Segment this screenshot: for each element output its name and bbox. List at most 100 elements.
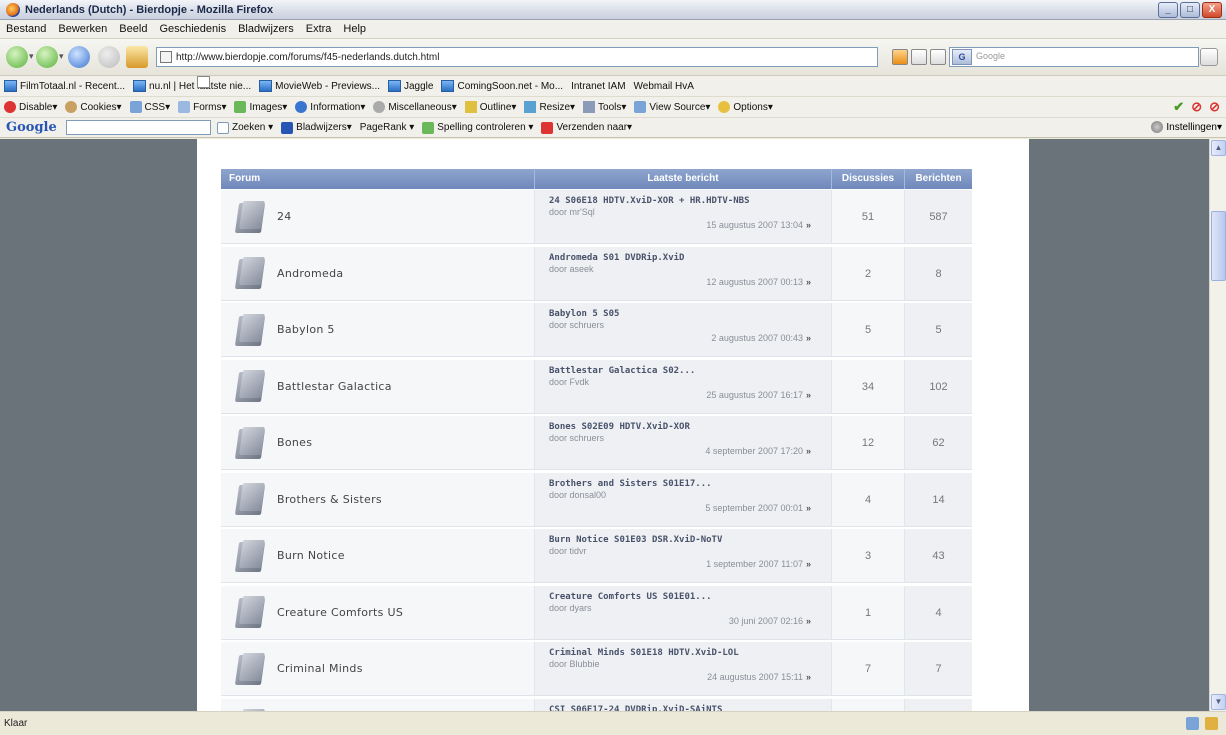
dev-cookies[interactable]: Cookies▾ <box>65 101 122 113</box>
last-post-author[interactable]: door Fvdk <box>549 377 589 387</box>
dev-forms[interactable]: Forms▾ <box>178 101 226 113</box>
google-spellcheck[interactable]: Spelling controleren ▾ <box>422 121 533 134</box>
go-to-post-icon[interactable]: » <box>806 220 811 230</box>
google-search-button[interactable]: Zoeken ▾ <box>217 121 273 134</box>
last-post-title[interactable]: Babylon 5 S05 <box>549 309 619 319</box>
search-magnifier-icon[interactable] <box>1200 48 1218 66</box>
header-last-post[interactable]: Laatste bericht <box>535 169 832 189</box>
scroll-down-icon[interactable]: ▼ <box>1211 694 1226 710</box>
forum-link[interactable]: Criminal Minds <box>277 662 363 675</box>
stop-button[interactable] <box>98 46 120 68</box>
bookmark-movieweb[interactable]: MovieWeb - Previews... <box>259 80 380 92</box>
last-post-title[interactable]: Burn Notice S01E03 DSR.XviD-NoTV <box>549 535 722 545</box>
dev-information[interactable]: Information▾ <box>295 101 365 113</box>
scroll-up-icon[interactable]: ▲ <box>1211 140 1226 156</box>
forum-link[interactable]: Burn Notice <box>277 549 345 562</box>
last-post-title[interactable]: Battlestar Galactica S02... <box>549 366 695 376</box>
menu-beeld[interactable]: Beeld <box>119 23 147 35</box>
last-post-author[interactable]: door dyars <box>549 603 592 613</box>
rss-icon[interactable] <box>892 49 908 65</box>
dev-css[interactable]: CSS▾ <box>129 101 170 113</box>
last-post-title[interactable]: Creature Comforts US S01E01... <box>549 592 712 602</box>
google-search-input[interactable] <box>66 120 211 135</box>
search-engine-icon[interactable]: G <box>952 49 972 65</box>
google-settings[interactable]: Instellingen▾ <box>1151 121 1222 133</box>
menu-extra[interactable]: Extra <box>306 23 332 35</box>
dev-resize[interactable]: Resize▾ <box>524 101 575 113</box>
forum-link[interactable]: 24 <box>277 210 292 223</box>
vertical-scrollbar[interactable]: ▲ ▼ <box>1209 139 1226 711</box>
address-bar[interactable]: http://www.bierdopje.com/forums/f45-nede… <box>156 47 878 67</box>
go-to-post-icon[interactable]: » <box>806 277 811 287</box>
last-post-author[interactable]: door donsal00 <box>549 490 606 500</box>
css-error-icon[interactable]: ⊘ <box>1191 99 1202 115</box>
menu-geschiedenis[interactable]: Geschiedenis <box>159 23 226 35</box>
back-dropdown-icon[interactable]: ▾ <box>29 51 34 62</box>
go-to-post-icon[interactable]: » <box>806 503 811 513</box>
bookmark-comingsoon[interactable]: ComingSoon.net - Mo... <box>441 80 563 92</box>
forum-link[interactable]: Creature Comforts US <box>277 606 403 619</box>
google-bookmarks-button[interactable]: Bladwijzers▾ <box>281 121 352 134</box>
forum-link[interactable]: Battlestar Galactica <box>277 380 392 393</box>
home-button[interactable] <box>126 46 148 68</box>
forward-dropdown-icon[interactable]: ▾ <box>59 51 64 62</box>
header-posts[interactable]: Berichten <box>905 169 972 189</box>
forward-button[interactable] <box>36 46 58 68</box>
validation-ok-icon[interactable]: ✔ <box>1173 99 1184 115</box>
forum-link[interactable]: Babylon 5 <box>277 323 335 336</box>
last-post-title[interactable]: Bones S02E09 HDTV.XviD-XOR <box>549 422 690 432</box>
dev-tools[interactable]: Tools▾ <box>583 101 626 113</box>
google-pagerank[interactable]: PageRank ▾ <box>360 122 415 133</box>
menu-bladwijzers[interactable]: Bladwijzers <box>238 23 294 35</box>
header-discussions[interactable]: Discussies <box>832 169 905 189</box>
last-post-title[interactable]: Andromeda S01 DVDRip.XviD <box>549 253 684 263</box>
dev-miscellaneous[interactable]: Miscellaneous▾ <box>373 101 457 113</box>
dev-options[interactable]: Options▾ <box>718 101 773 113</box>
last-post-author[interactable]: door aseek <box>549 264 594 274</box>
close-button[interactable]: X <box>1202 2 1222 18</box>
dev-view-source[interactable]: View Source▾ <box>634 101 710 113</box>
menu-bestand[interactable]: Bestand <box>6 23 46 35</box>
go-to-post-icon[interactable]: » <box>806 616 811 626</box>
last-post-author[interactable]: door Blubbie <box>549 659 600 669</box>
google-send-to[interactable]: Verzenden naar▾ <box>541 121 632 134</box>
forum-link[interactable]: Brothers & Sisters <box>277 493 382 506</box>
go-to-post-icon[interactable]: » <box>806 390 811 400</box>
last-post-title[interactable]: Brothers and Sisters S01E17... <box>549 479 712 489</box>
dev-outline[interactable]: Outline▾ <box>464 101 516 113</box>
forum-link[interactable]: Bones <box>277 436 312 449</box>
scroll-thumb[interactable] <box>1211 211 1226 281</box>
bookmark-nunl[interactable]: nu.nl | Het laatste nie... <box>133 80 251 92</box>
url-dropdown-icon[interactable] <box>911 49 927 65</box>
menu-help[interactable]: Help <box>343 23 366 35</box>
last-post-author[interactable]: door tidvr <box>549 546 587 556</box>
header-forum[interactable]: Forum <box>221 169 535 189</box>
js-error-icon[interactable]: ⊘ <box>1209 99 1220 115</box>
bookmark-filmtotaal[interactable]: FilmTotaal.nl - Recent... <box>4 80 125 92</box>
last-post-author[interactable]: door schruers <box>549 433 604 443</box>
bookmark-intranet[interactable]: Intranet IAM <box>197 76 626 92</box>
search-input[interactable]: G Google <box>949 47 1199 67</box>
last-post-title[interactable]: Criminal Minds S01E18 HDTV.XviD-LOL <box>549 648 739 658</box>
url-text[interactable]: http://www.bierdopje.com/forums/f45-nede… <box>176 52 439 63</box>
go-to-post-icon[interactable]: » <box>806 446 811 456</box>
go-button[interactable] <box>930 49 946 65</box>
go-to-post-icon[interactable]: » <box>806 672 811 682</box>
go-to-post-icon[interactable]: » <box>806 559 811 569</box>
dev-disable[interactable]: Disable▾ <box>4 101 57 113</box>
pencil-icon[interactable] <box>1205 717 1218 730</box>
bookmark-webmail[interactable]: Webmail HvA <box>197 76 694 92</box>
back-button[interactable] <box>6 46 28 68</box>
forum-link[interactable]: Andromeda <box>277 267 343 280</box>
last-post-author[interactable]: door mr'Sql <box>549 207 595 217</box>
addon-icon[interactable] <box>1186 717 1199 730</box>
dev-images[interactable]: Images▾ <box>234 101 287 113</box>
last-post-author[interactable]: door schruers <box>549 320 604 330</box>
minimize-button[interactable]: _ <box>1158 2 1178 18</box>
go-to-post-icon[interactable]: » <box>806 333 811 343</box>
menu-bewerken[interactable]: Bewerken <box>58 23 107 35</box>
reload-button[interactable] <box>68 46 90 68</box>
bookmark-jaggle[interactable]: Jaggle <box>388 80 433 92</box>
maximize-button[interactable]: □ <box>1180 2 1200 18</box>
last-post-title[interactable]: 24 S06E18 HDTV.XviD-XOR + HR.HDTV-NBS <box>549 196 749 206</box>
